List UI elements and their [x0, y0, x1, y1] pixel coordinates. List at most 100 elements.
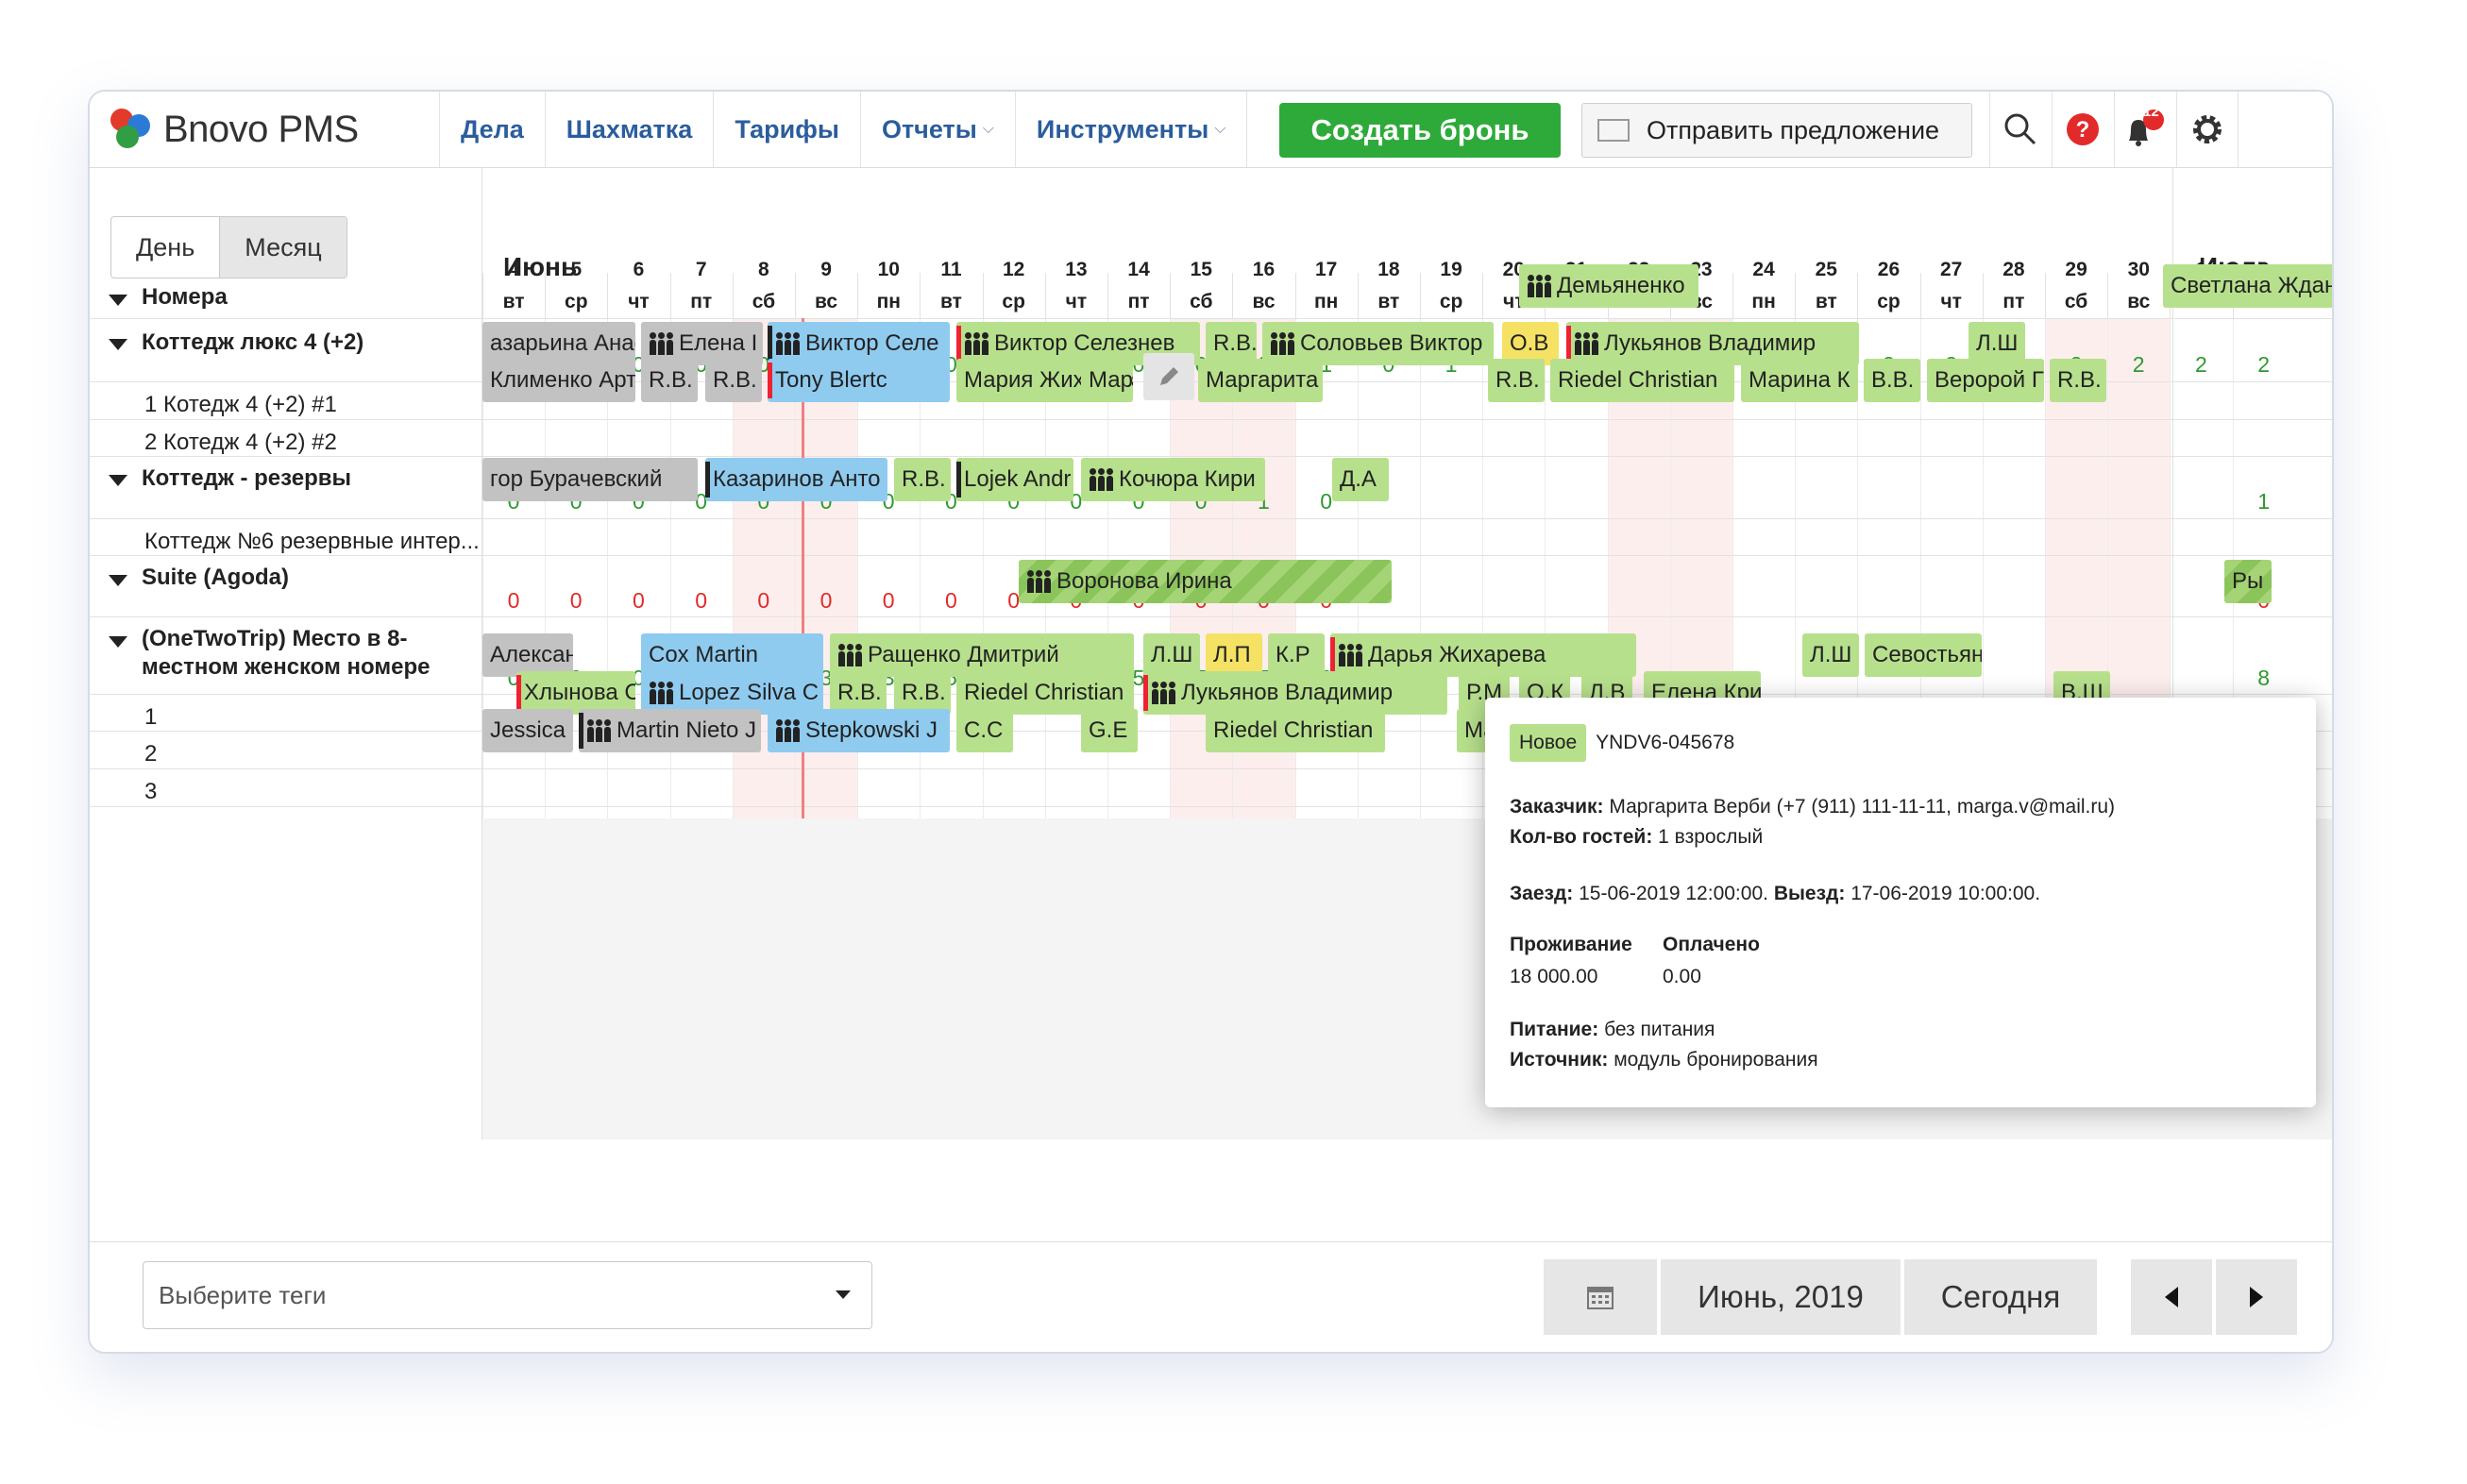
day-number: 4 [508, 259, 519, 280]
day-number: 10 [877, 259, 900, 280]
booking-guest-name: Riedel Christian [964, 680, 1124, 705]
nav-label: Инструменты [1036, 114, 1209, 143]
arrow-right-icon [2250, 1287, 2263, 1307]
booking-bar[interactable]: Martin Nieto J [579, 709, 761, 752]
room-group-label: Suite (Agoda) [142, 565, 289, 590]
day-weekday: вт [940, 291, 962, 312]
booking-bar[interactable]: Мар [1081, 359, 1132, 402]
month-view-button[interactable]: Месяц [219, 217, 346, 278]
booking-bar[interactable]: Jessica L [482, 709, 573, 752]
booking-bar[interactable]: Ры [2224, 560, 2272, 603]
stay-value: 18 000.00 [1510, 966, 1598, 987]
nav-chessboard[interactable]: Шахматка [544, 92, 714, 167]
day-number: 24 [1752, 259, 1775, 280]
day-weekday: пн [1314, 291, 1339, 312]
room-list: День Месяц Номера Коттедж люкс 4 (+2) 1 … [90, 167, 482, 1139]
today-button[interactable]: Сегодня [1904, 1259, 2097, 1335]
prev-button[interactable] [2131, 1259, 2212, 1335]
booking-bar[interactable]: Riedel Christian [1206, 709, 1385, 752]
day-number: 15 [1190, 259, 1212, 280]
collapse-icon[interactable] [109, 575, 127, 586]
status-marker [956, 462, 961, 497]
day-view-button[interactable]: День [111, 217, 219, 278]
collapse-icon[interactable] [109, 475, 127, 486]
booking-bar[interactable]: Stepkowski J [768, 709, 950, 752]
nav-reports[interactable]: Отчеты ⌵ [859, 92, 1015, 167]
booking-guest-name: R.B. [649, 367, 693, 393]
day-header: 17 пн [1295, 254, 1358, 318]
nav-rates[interactable]: Тарифы [713, 92, 860, 167]
nav-tools[interactable]: Инструменты ⌵ [1014, 92, 1248, 167]
availability-count: 0 [632, 588, 645, 613]
day-number: 13 [1065, 259, 1088, 280]
search-icon[interactable] [1989, 92, 2051, 167]
booking-guest-name: Л.П [1213, 642, 1251, 667]
period-button[interactable]: Июнь, 2019 [1661, 1259, 1901, 1335]
booking-bar[interactable]: Кочюра Кири [1081, 458, 1265, 501]
collapse-icon[interactable] [109, 636, 127, 648]
booking-bar[interactable]: R.B. [1488, 359, 1545, 402]
booking-bar[interactable]: Lojek Andr [956, 458, 1073, 501]
nav-tasks[interactable]: Дела [439, 92, 545, 167]
logo[interactable]: Bnovo PMS [110, 101, 359, 158]
day-weekday: ср [1439, 291, 1463, 312]
booking-bar[interactable]: Д.А [1332, 458, 1389, 501]
availability-count: 0 [944, 588, 957, 613]
day-number: 28 [2002, 259, 2025, 280]
collapse-icon[interactable] [109, 339, 127, 350]
booking-bar[interactable]: R.B. [641, 359, 698, 402]
edit-pencil-icon[interactable] [1143, 353, 1194, 400]
booking-bar[interactable]: Севостьян [1865, 633, 1982, 677]
booking-bar[interactable]: Л.Ш [1802, 633, 1859, 677]
booking-guest-name: О.В [1510, 330, 1549, 356]
booking-bar[interactable]: G.E [1081, 709, 1138, 752]
help-icon[interactable]: ? [2052, 92, 2113, 167]
booking-guest-name: Клименко Арте [490, 367, 635, 393]
bell-icon[interactable]: 12 [2114, 92, 2175, 167]
booking-guest-name: Лукьянов Владимир [1181, 680, 1394, 705]
booking-bar[interactable]: Воронова Ирина [1019, 560, 1392, 603]
booking-guest-name: Ры [2232, 568, 2264, 594]
booking-bar[interactable]: R.B. [705, 359, 762, 402]
booking-bar[interactable]: Демьяненко [1519, 264, 1698, 308]
availability-count: 1 [2257, 489, 2270, 514]
next-button[interactable] [2216, 1259, 2297, 1335]
booking-bar[interactable]: Riedel Christian [1550, 359, 1734, 402]
calendar-icon-button[interactable] [1544, 1259, 1657, 1335]
envelope-icon [1597, 119, 1630, 142]
gear-icon[interactable] [2176, 92, 2239, 167]
booking-bar[interactable]: Маргарита [1198, 359, 1323, 402]
booking-guest-name: Cox Martin [649, 642, 759, 667]
booking-bar[interactable]: Марина К [1741, 359, 1858, 402]
booking-bar[interactable]: В.В. [1864, 359, 1920, 402]
day-header: 11 вт [920, 254, 982, 318]
booking-bar[interactable]: Светлана Ждан [2163, 264, 2332, 308]
collapse-icon[interactable] [109, 295, 127, 306]
guests-icon [837, 644, 862, 666]
create-booking-button[interactable]: Создать бронь [1279, 103, 1561, 158]
booking-guest-name: Tony Blertc [775, 367, 887, 393]
send-offer-button[interactable]: Отправить предложение [1581, 103, 1972, 158]
booking-bar[interactable]: Веророй Г [1927, 359, 2044, 402]
day-weekday: вт [1377, 291, 1400, 312]
nav-label: Тарифы [735, 114, 839, 143]
guests-icon [1270, 332, 1294, 355]
room-label: 2 [144, 741, 158, 767]
booking-bar[interactable]: Казаринов Анто [705, 458, 887, 501]
day-header: 26 ср [1857, 254, 1919, 318]
booking-bar[interactable]: С.С [956, 709, 1013, 752]
booking-bar[interactable]: R.B. [2050, 359, 2106, 402]
tags-select[interactable]: Выберите теги [143, 1261, 872, 1329]
booking-bar[interactable]: Клименко Арте [482, 359, 635, 402]
booking-bar[interactable]: R.B. [894, 458, 951, 501]
booking-guest-name: Мар [1089, 367, 1132, 393]
booking-guest-name: Светлана Ждан [2171, 273, 2332, 298]
booking-bar[interactable]: Tony Blertc [768, 359, 950, 402]
availability-count: 8 [2257, 666, 2270, 690]
stay-label: Проживание [1510, 934, 1632, 956]
day-header: 28 пт [1983, 254, 2045, 318]
room-label: 2 Котедж 4 (+2) #2 [144, 430, 337, 455]
booking-bar[interactable]: гор Бурачевский [482, 458, 698, 501]
nav-label: Дела [461, 114, 524, 143]
booking-guest-name: Jessica L [490, 717, 573, 743]
